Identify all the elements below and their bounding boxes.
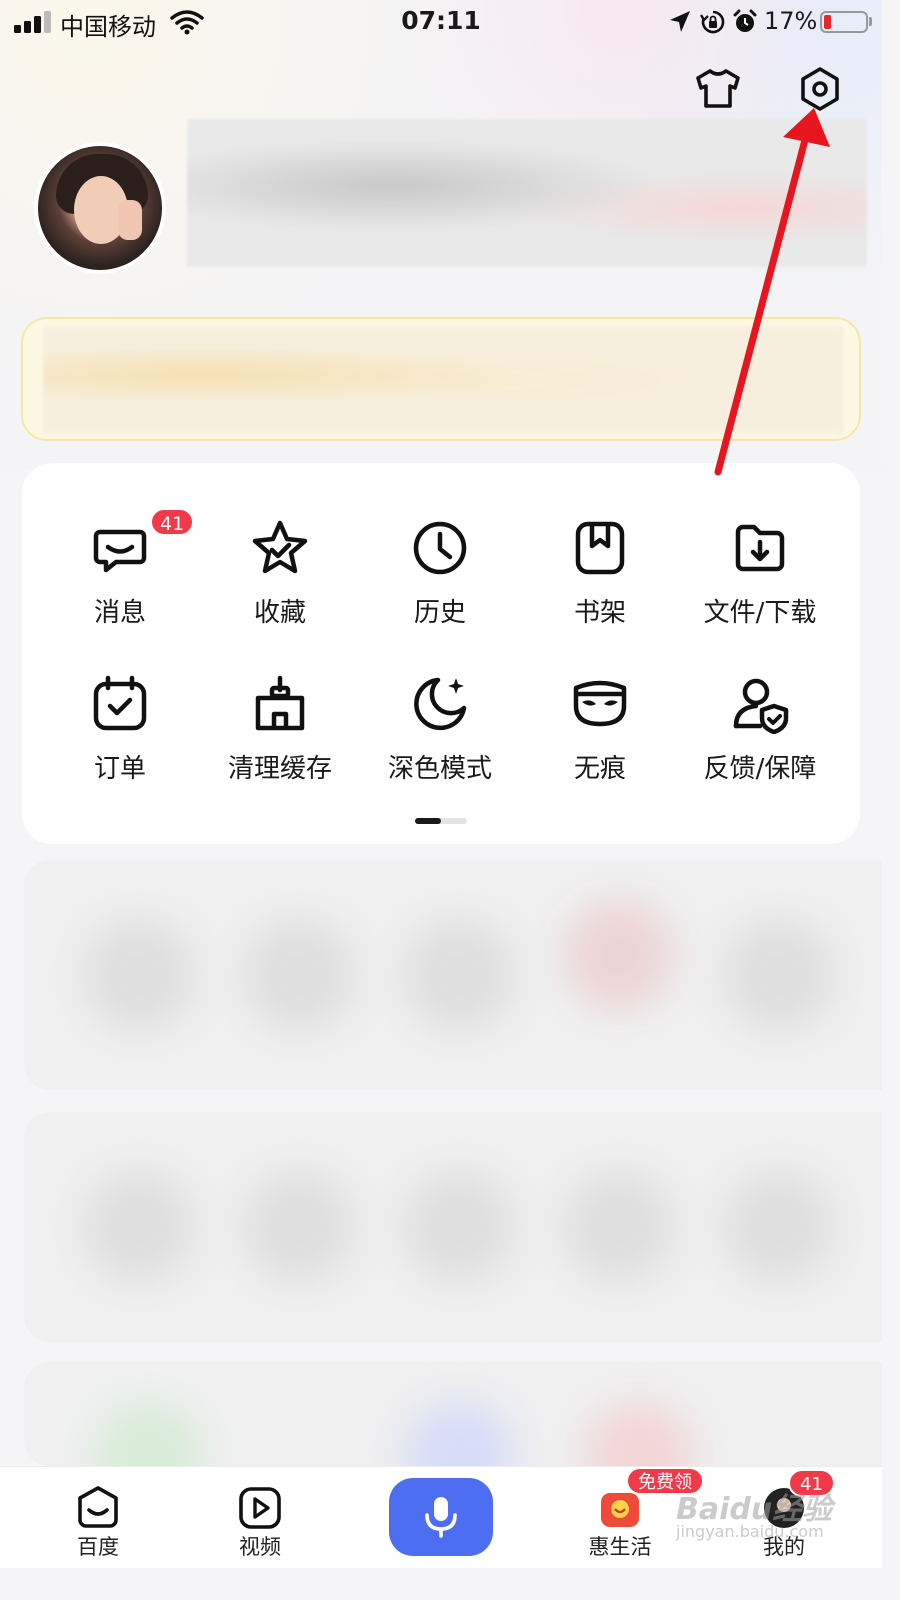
avatar-hand (118, 200, 142, 240)
tool-clean-cache[interactable]: 清理缓存 (200, 674, 360, 804)
skin-shirt-button[interactable] (690, 61, 746, 117)
blurred-item (404, 920, 514, 1030)
tool-label: 清理缓存 (227, 754, 332, 784)
tool-files-download[interactable]: 文件/下载 (680, 518, 840, 648)
profile-info-blurred[interactable] (187, 119, 867, 267)
blurred-item (724, 1172, 834, 1282)
tool-label: 文件/下载 (703, 598, 817, 628)
tool-feedback-protection[interactable]: 反馈/保障 (680, 674, 840, 804)
status-bar: 中国移动 07:11 17% (0, 0, 882, 46)
tool-label: 历史 (413, 598, 466, 628)
blurred-item (244, 1172, 354, 1282)
blurred-item (584, 1402, 694, 1466)
feedback-shield-icon (733, 678, 789, 734)
star-icon (252, 520, 308, 574)
tab-baidu[interactable]: 百度 (38, 1481, 158, 1565)
blurred-item (84, 1172, 194, 1282)
tool-message[interactable]: 41 消息 (40, 508, 200, 648)
tool-favorites[interactable]: 收藏 (200, 518, 360, 648)
battery-icon (820, 11, 868, 33)
skin-shirt-icon (696, 69, 740, 108)
tab-label: 视频 (239, 1535, 281, 1559)
tool-dark-mode[interactable]: 深色模式 (360, 674, 520, 804)
banner-content-blurred (43, 327, 843, 433)
microphone-icon (425, 1497, 457, 1538)
video-play-icon (239, 1487, 281, 1529)
clock-icon (413, 521, 467, 575)
tool-bookshelf[interactable]: 书架 (520, 518, 680, 648)
tool-label: 无痕 (573, 754, 626, 784)
promo-banner[interactable] (21, 317, 861, 441)
battery-percent: 17% (764, 7, 818, 35)
location-icon (670, 11, 690, 32)
mask-icon (573, 680, 627, 727)
message-icon (93, 529, 147, 573)
tool-label: 收藏 (253, 598, 306, 628)
tool-label: 反馈/保障 (703, 754, 817, 784)
blurred-section-3[interactable] (24, 1362, 882, 1466)
blurred-section-1[interactable] (24, 860, 882, 1090)
blurred-item (404, 1402, 514, 1466)
status-icons (664, 9, 764, 37)
voice-search-button[interactable] (389, 1478, 493, 1556)
rotation-lock-icon (700, 10, 725, 34)
avatar[interactable] (34, 142, 166, 274)
baidu-home-icon (78, 1486, 118, 1528)
tool-label: 订单 (93, 754, 146, 784)
blurred-item (724, 920, 834, 1030)
tool-label: 消息 (93, 598, 146, 628)
tab-label: 惠生活 (588, 1535, 652, 1559)
tab-label: 百度 (77, 1535, 119, 1559)
alarm-icon (733, 9, 757, 32)
bookshelf-icon (575, 521, 625, 575)
battery-level (824, 15, 831, 29)
tool-history[interactable]: 历史 (360, 518, 520, 648)
page-indicator-active (415, 818, 441, 824)
blurred-item (564, 1172, 674, 1282)
message-badge: 41 (150, 508, 195, 536)
order-icon (93, 675, 147, 731)
blurred-item (94, 1402, 204, 1466)
watermark-url: jingyan.baidu.com (676, 1522, 824, 1541)
tool-orders[interactable]: 订单 (40, 674, 200, 804)
folder-download-icon (735, 524, 785, 572)
tool-label: 书架 (573, 598, 626, 628)
settings-icon (801, 67, 839, 111)
blurred-item (404, 1172, 514, 1282)
battery-cap (869, 17, 872, 26)
blurred-item (564, 900, 674, 1010)
tool-label: 深色模式 (387, 754, 492, 784)
clean-cache-icon (255, 675, 305, 731)
blurred-item (244, 920, 354, 1030)
tool-incognito[interactable]: 无痕 (520, 674, 680, 804)
blurred-item (84, 920, 194, 1030)
moon-icon (414, 677, 467, 731)
settings-button[interactable] (792, 61, 848, 117)
tab-video[interactable]: 视频 (200, 1481, 320, 1565)
blurred-section-2[interactable] (24, 1112, 882, 1342)
page-indicator (415, 818, 467, 824)
tools-card: 41 消息 收藏 历史 书架 文件/下载 订单 清理缓存 深色模式 无痕 反馈/… (22, 463, 860, 844)
